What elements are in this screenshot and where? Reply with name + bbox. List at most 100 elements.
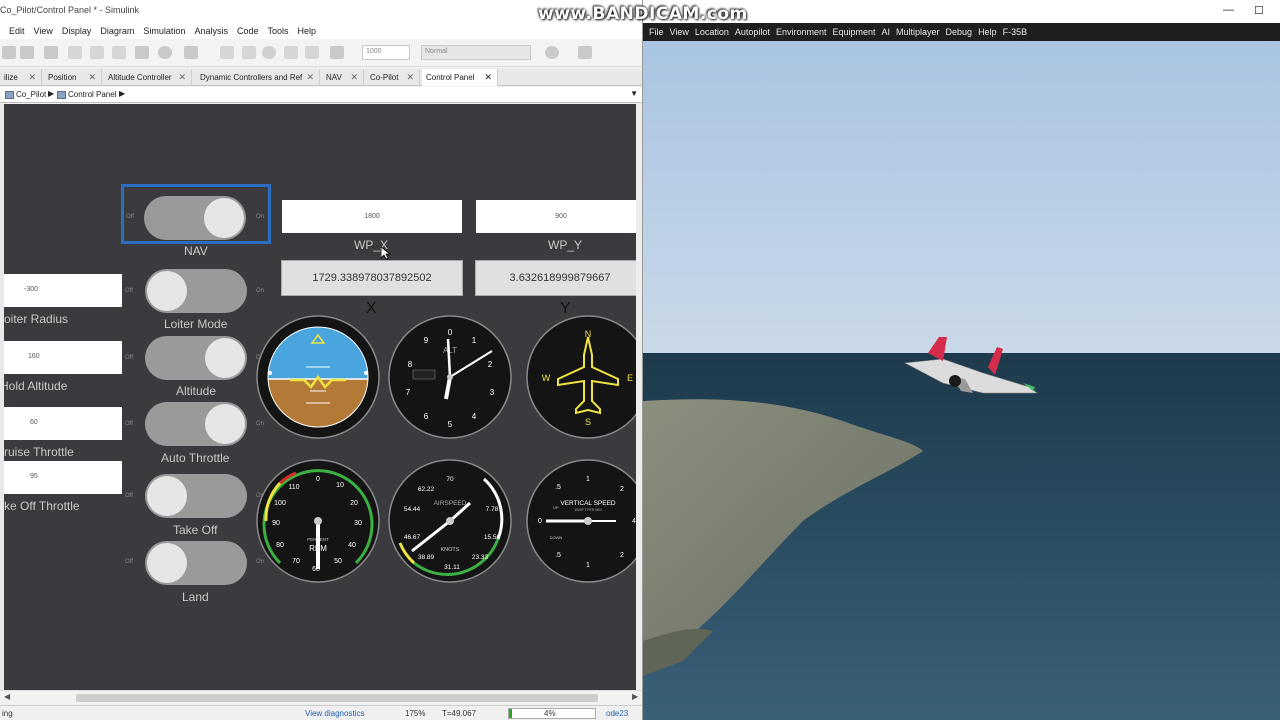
close-icon[interactable]: ✕ [484,72,492,83]
tab-dynamic-controllers[interactable]: Dynamic Controllers and Ref ✕ [196,69,320,86]
menu-tools[interactable]: Tools [267,26,288,36]
open-icon[interactable] [20,46,34,59]
close-icon[interactable]: ✕ [306,72,314,83]
switch-off-text: Off [125,421,133,427]
progress-text: 4% [544,709,556,718]
step-back-icon[interactable] [220,46,234,59]
loiter-mode-toggle[interactable] [145,269,247,313]
scroll-thumb[interactable] [76,694,598,702]
up-arrow-icon[interactable] [112,46,126,59]
airspeed-tick-top: 70 [446,476,454,483]
cruise-throttle-input[interactable]: 60 [4,407,122,440]
step-forward-icon[interactable] [284,46,298,59]
menu-view[interactable]: View [34,26,53,36]
loiter-radius-label: oiter Radius [4,312,69,326]
menu-edit[interactable]: Edit [9,26,25,36]
wp-x-input[interactable]: 1800 [282,200,462,233]
airspeed-tick-2: 15.56 [484,534,501,541]
horizontal-scrollbar[interactable]: ◀ ▶ [0,690,642,704]
close-icon[interactable]: ✕ [88,72,96,83]
minimize-button[interactable]: — [1223,4,1234,16]
airspeed-tick-8: 62.22 [418,486,435,493]
auto-throttle-toggle[interactable] [145,402,247,446]
menu-code[interactable]: Code [237,26,259,36]
tab-label: Control Panel [426,73,475,82]
simulation-mode-select[interactable]: Normal [421,45,531,60]
heading-east: E [627,373,633,383]
fg-menu-help[interactable]: Help [978,27,997,37]
vertical-scrollbar[interactable] [636,104,642,690]
scroll-left-icon[interactable]: ◀ [4,692,10,701]
breadcrumb-co-pilot[interactable]: Co_Pilot [5,90,46,99]
fg-menu-environment[interactable]: Environment [776,27,827,37]
fg-menu-aircraft[interactable]: F-35B [1003,27,1028,37]
solver-name[interactable]: ode23 [606,709,628,718]
close-icon[interactable]: ✕ [406,72,414,83]
new-model-icon[interactable] [2,46,16,59]
build-icon[interactable] [578,46,592,59]
stop-icon[interactable] [305,46,319,59]
airspeed-tick-3: 23.33 [472,554,489,561]
takeoff-throttle-input[interactable]: 95 [4,461,122,494]
rewind-icon[interactable] [242,46,256,59]
tab-stabilize[interactable]: ilize ✕ [0,69,42,86]
fg-menu-ai[interactable]: AI [882,27,891,37]
breadcrumb: Co_Pilot ▶ Control Panel ▶ ▼ [0,87,642,103]
tab-label: Dynamic Controllers and Ref [200,73,303,82]
fg-menu-view[interactable]: View [670,27,689,37]
stop-time-input[interactable]: 1000 [362,45,410,60]
tab-position[interactable]: Position ✕ [44,69,102,86]
fg-menu-multiplayer[interactable]: Multiplayer [896,27,940,37]
toolbar: 1000 Normal [0,39,642,67]
breadcrumb-control-panel[interactable]: Control Panel [57,90,116,99]
tab-control-panel[interactable]: Control Panel ✕ [422,69,498,86]
fg-menu-autopilot[interactable]: Autopilot [735,27,770,37]
tab-altitude-controller[interactable]: Altitude Controller ✕ [104,69,192,86]
fg-menu-debug[interactable]: Debug [946,27,973,37]
chevron-down-icon[interactable]: ▼ [630,89,638,98]
pause-icon[interactable] [262,46,276,59]
fg-menu-equipment[interactable]: Equipment [832,27,875,37]
fg-menu-location[interactable]: Location [695,27,729,37]
nav-toggle[interactable] [144,196,246,240]
svg-text:4: 4 [472,412,477,421]
flight-scene-view[interactable] [643,41,1280,720]
hold-altitude-input[interactable]: 160 [4,341,122,374]
model-settings-icon[interactable] [158,46,172,59]
model-explorer-icon[interactable] [184,46,198,59]
library-icon[interactable] [135,46,149,59]
take-off-toggle[interactable] [145,474,247,518]
rpm-tick-10: 10 [336,482,344,489]
progress-fill [509,709,513,718]
switch-off-text: Off [125,288,133,294]
land-toggle[interactable] [145,541,247,585]
wp-y-input[interactable]: 900 [476,200,642,233]
menu-display[interactable]: Display [62,26,92,36]
fg-menu-bar: File View Location Autopilot Environment… [643,23,1280,41]
svg-text:3: 3 [490,388,495,397]
toggle-knob [147,543,187,583]
menu-diagram[interactable]: Diagram [100,26,134,36]
view-diagnostics-link[interactable]: View diagnostics [305,709,364,718]
mouse-cursor-icon [381,247,390,260]
scroll-right-icon[interactable]: ▶ [632,692,638,701]
back-arrow-icon[interactable] [68,46,82,59]
forward-arrow-icon[interactable] [90,46,104,59]
dashboard-canvas[interactable]: 1800 WP_X 900 WP_Y 1729.338978037892502 … [4,104,642,690]
record-icon[interactable] [330,46,344,59]
maximize-button[interactable]: ☐ [1254,4,1264,17]
close-icon[interactable]: ✕ [350,72,358,83]
fg-menu-file[interactable]: File [649,27,664,37]
tab-nav[interactable]: NAV ✕ [322,69,364,86]
altitude-toggle[interactable] [145,336,247,380]
model-advisor-icon[interactable] [545,46,559,59]
menu-analysis[interactable]: Analysis [194,26,228,36]
loiter-radius-input[interactable]: -300 [4,274,122,307]
save-icon[interactable] [44,46,58,59]
switch-on-text: On [256,288,265,294]
close-icon[interactable]: ✕ [28,72,36,83]
menu-help[interactable]: Help [297,26,316,36]
menu-simulation[interactable]: Simulation [143,26,185,36]
tab-co-pilot[interactable]: Co-Pilot ✕ [366,69,420,86]
close-icon[interactable]: ✕ [178,72,186,83]
